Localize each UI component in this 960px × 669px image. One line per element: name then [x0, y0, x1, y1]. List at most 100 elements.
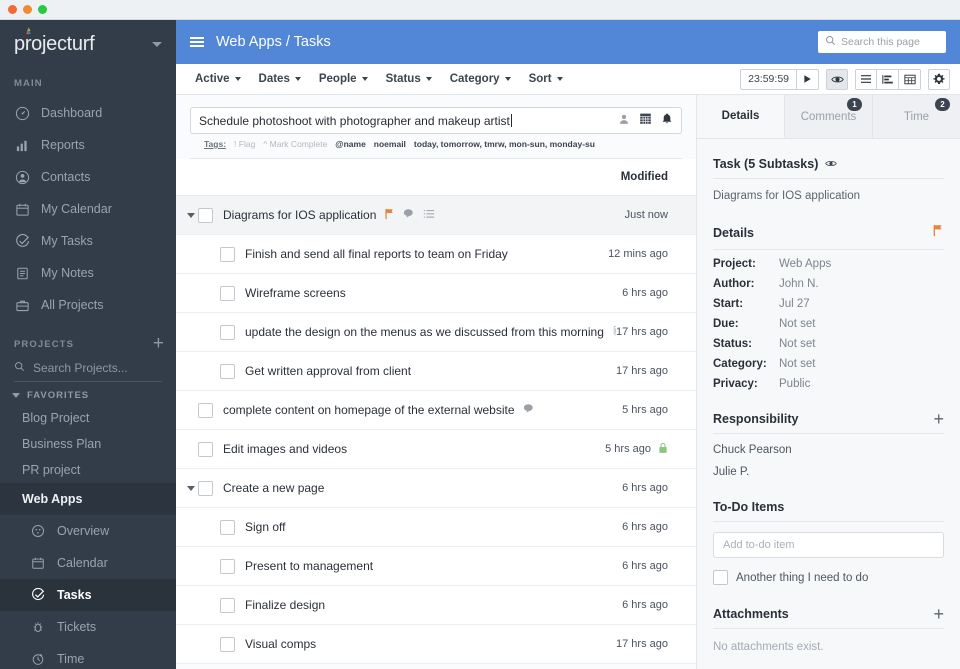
bell-icon[interactable]	[661, 112, 673, 130]
field-value[interactable]: Public	[779, 378, 810, 390]
person-icon[interactable]	[618, 112, 630, 130]
grid-view-button[interactable]	[899, 68, 921, 90]
sidebar-item-contacts[interactable]: Contacts	[0, 161, 176, 193]
add-attachment-button[interactable]: +	[933, 605, 944, 623]
task-checkbox[interactable]	[220, 597, 235, 613]
table-row[interactable]: Finish and send all final reports to tea…	[176, 235, 696, 274]
add-todo-field[interactable]	[713, 532, 944, 558]
sidebar-item-my-notes[interactable]: My Notes	[0, 257, 176, 289]
comment-icon[interactable]	[523, 403, 535, 417]
table-row[interactable]: Create a new page 6 hrs ago	[176, 469, 696, 508]
task-title[interactable]: Wireframe screens	[245, 286, 622, 300]
filter-dates[interactable]: Dates	[250, 64, 310, 94]
sidebar-project-web-apps[interactable]: Web Apps	[0, 483, 176, 515]
page-search-field[interactable]	[818, 31, 946, 53]
add-todo-input[interactable]	[723, 539, 934, 551]
sidebar-item-tasks[interactable]: Tasks	[0, 579, 176, 611]
task-checkbox[interactable]	[220, 324, 235, 340]
table-row[interactable]: Get written approval from client 17 hrs …	[176, 352, 696, 391]
sidebar-item-time[interactable]: Time	[0, 643, 176, 669]
filter-active[interactable]: Active	[186, 64, 250, 94]
sidebar-item-tickets[interactable]: Tickets	[0, 611, 176, 643]
table-row[interactable]: update the design on the menus as we dis…	[176, 313, 696, 352]
field-value[interactable]: Not set	[779, 358, 815, 370]
row-expand-toggle[interactable]	[176, 485, 198, 491]
tab-time[interactable]: Time 2	[873, 95, 960, 138]
sidebar-project-business-plan[interactable]: Business Plan	[0, 431, 176, 457]
task-title[interactable]: Finalize design	[245, 598, 622, 612]
task-title[interactable]: Edit images and videos	[223, 442, 605, 456]
field-value[interactable]: Not set	[779, 338, 815, 350]
settings-button[interactable]	[928, 68, 950, 90]
tags-label[interactable]: Tags:	[204, 139, 226, 149]
eye-icon[interactable]	[825, 157, 838, 171]
brand-logo[interactable]: projecturf	[0, 20, 176, 68]
task-checkbox[interactable]	[198, 480, 213, 496]
table-row[interactable]: Wireframe screens 6 hrs ago	[176, 274, 696, 313]
flag-icon[interactable]	[932, 224, 944, 242]
sidebar-project-blog-project[interactable]: Blog Project	[0, 405, 176, 431]
sidebar-item-overview[interactable]: Overview	[0, 515, 176, 547]
todo-item[interactable]: Another thing I need to do	[713, 558, 944, 585]
task-title[interactable]: update the design on the menus as we dis…	[245, 325, 617, 339]
filter-sort[interactable]: Sort	[520, 64, 572, 94]
task-checkbox[interactable]	[220, 636, 235, 652]
search-projects-input[interactable]	[33, 361, 153, 375]
sidebar-item-reports[interactable]: Reports	[0, 129, 176, 161]
page-search-input[interactable]	[841, 36, 939, 48]
tab-comments[interactable]: Comments 1	[785, 95, 873, 138]
favorites-group-toggle[interactable]: FAVORITES	[0, 386, 176, 405]
field-value[interactable]: Web Apps	[779, 258, 831, 270]
responsible-person[interactable]: Julie P.	[713, 456, 944, 478]
window-zoom-button[interactable]	[38, 5, 47, 14]
table-row[interactable]: complete content on homepage of the exte…	[176, 391, 696, 430]
lock-icon[interactable]	[658, 442, 668, 457]
sidebar-item-calendar[interactable]: Calendar	[0, 547, 176, 579]
task-title[interactable]: Create a new page	[223, 481, 622, 495]
field-value[interactable]: Not set	[779, 318, 815, 330]
flag-icon[interactable]	[384, 208, 395, 223]
window-close-button[interactable]	[8, 5, 17, 14]
timer-play-button[interactable]	[797, 68, 819, 90]
task-title[interactable]: Present to management	[245, 559, 622, 573]
table-row[interactable]: Sign off 6 hrs ago	[176, 508, 696, 547]
comment-icon[interactable]	[403, 208, 415, 222]
add-project-button[interactable]: +	[153, 334, 164, 353]
task-title[interactable]: Finish and send all final reports to tea…	[245, 247, 608, 261]
subtasks-icon[interactable]	[423, 208, 435, 222]
hamburger-icon[interactable]	[190, 35, 204, 49]
timer-display[interactable]: 23:59:59	[740, 68, 797, 90]
task-checkbox[interactable]	[220, 519, 235, 535]
task-title[interactable]: Diagrams for IOS application	[223, 208, 625, 223]
responsible-person[interactable]: Chuck Pearson	[713, 434, 944, 456]
sidebar-item-my-calendar[interactable]: My Calendar	[0, 193, 176, 225]
table-row[interactable]: Finalize design 6 hrs ago	[176, 586, 696, 625]
task-checkbox[interactable]	[198, 402, 213, 418]
table-row[interactable]: Visual comps 17 hrs ago	[176, 625, 696, 664]
table-row[interactable]: Present to management 6 hrs ago	[176, 547, 696, 586]
new-task-field[interactable]: Schedule photoshoot with photographer an…	[190, 107, 682, 134]
todo-checkbox[interactable]	[713, 570, 728, 585]
sidebar-item-all-projects[interactable]: All Projects	[0, 289, 176, 321]
task-checkbox[interactable]	[220, 246, 235, 262]
task-title[interactable]: Visual comps	[245, 637, 616, 651]
list-view-button[interactable]	[855, 68, 877, 90]
field-value[interactable]: John N.	[779, 278, 819, 290]
table-row[interactable]: Edit images and videos 5 hrs ago	[176, 430, 696, 469]
search-projects-field[interactable]	[14, 359, 162, 382]
filter-people[interactable]: People	[310, 64, 377, 94]
task-checkbox[interactable]	[198, 441, 213, 457]
new-task-input-value[interactable]: Schedule photoshoot with photographer an…	[199, 113, 609, 128]
table-row[interactable]: Diagrams for IOS application Just now	[176, 196, 696, 235]
sidebar-item-dashboard[interactable]: Dashboard	[0, 97, 176, 129]
task-checkbox[interactable]	[220, 363, 235, 379]
sidebar-project-pr-project[interactable]: PR project	[0, 457, 176, 483]
task-checkbox[interactable]	[198, 207, 213, 223]
task-title[interactable]: Get written approval from client	[245, 364, 616, 378]
task-title[interactable]: complete content on homepage of the exte…	[223, 403, 622, 417]
calendar-grid-icon[interactable]	[639, 112, 652, 130]
brand-dropdown-caret-icon[interactable]	[152, 42, 162, 47]
tab-details[interactable]: Details	[697, 95, 785, 138]
filter-status[interactable]: Status	[377, 64, 441, 94]
watch-toggle-button[interactable]	[826, 68, 848, 90]
